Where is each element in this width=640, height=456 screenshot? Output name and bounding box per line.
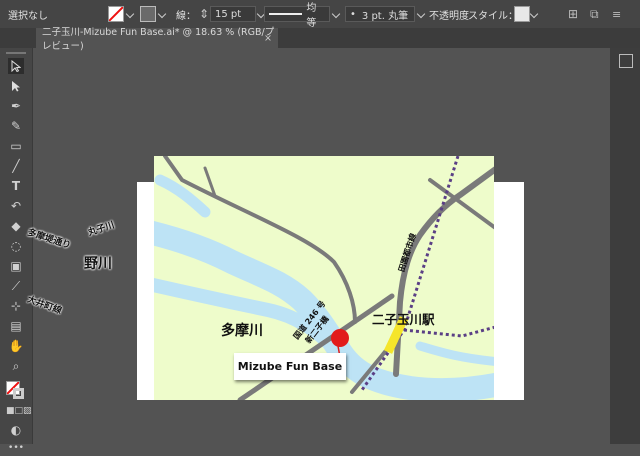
station-label[interactable]: 二子玉川駅: [372, 309, 435, 328]
callout-box[interactable]: Mizube Fun Base: [234, 353, 346, 380]
nogawa-label[interactable]: 野川: [84, 253, 112, 273]
location-marker: [331, 329, 349, 347]
callout-label: Mizube Fun Base: [237, 360, 343, 373]
river-label[interactable]: 多摩川: [221, 320, 263, 340]
